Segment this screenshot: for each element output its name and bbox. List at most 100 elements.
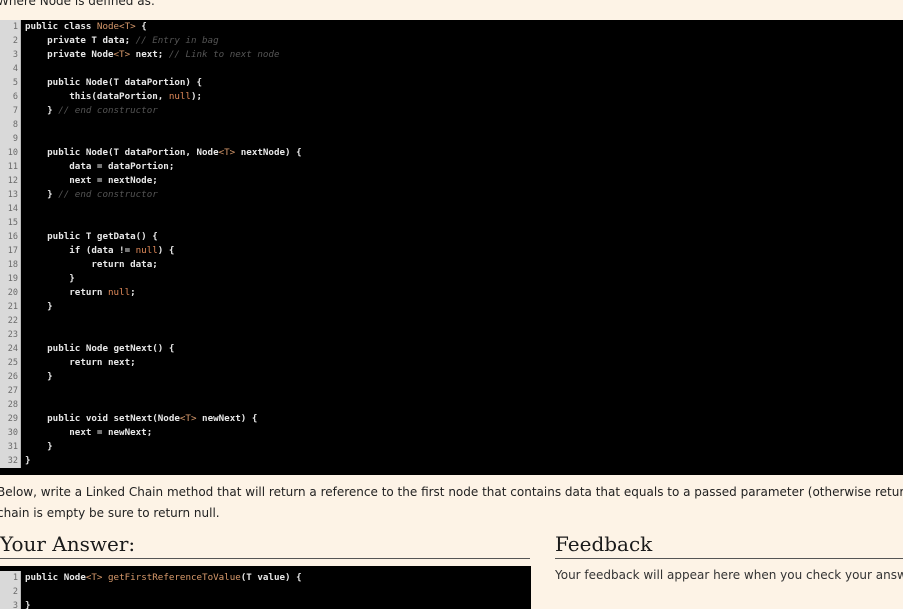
code-text: }	[25, 440, 53, 454]
code-text: } // end constructor	[25, 104, 158, 118]
code-line[interactable]: 2	[0, 585, 531, 599]
line-number: 17	[0, 244, 21, 258]
line-number: 3	[0, 48, 21, 62]
code-token: if (data !=	[25, 245, 136, 256]
code-token: nextNode) {	[235, 147, 302, 158]
code-line: 30 next = newNext;	[0, 426, 903, 440]
question-prompt: Below, write a Linked Chain method that …	[0, 482, 903, 524]
line-number: 19	[0, 272, 21, 286]
code-token: public Node(T dataPortion, Node	[25, 147, 219, 158]
code-text: this(dataPortion, null);	[25, 90, 202, 104]
code-line: 2 private T data; // Entry in bag	[0, 34, 903, 48]
code-line: 23	[0, 328, 903, 342]
code-token: }	[25, 371, 53, 382]
code-token: return data;	[25, 259, 158, 270]
code-token: // end constructor	[58, 105, 158, 116]
code-line: 20 return null;	[0, 286, 903, 300]
code-token: public Node getNext() {	[25, 343, 175, 354]
code-token: }	[25, 105, 59, 116]
code-token: newNext) {	[196, 413, 258, 424]
code-token: );	[190, 91, 203, 102]
code-token: {	[135, 21, 147, 32]
line-number: 30	[0, 426, 21, 440]
prompt-line-1: Below, write a Linked Chain method that …	[0, 485, 903, 499]
line-number: 21	[0, 300, 21, 314]
line-number: 1	[0, 571, 21, 585]
code-text: }	[25, 454, 31, 468]
code-text: return null;	[25, 286, 136, 300]
code-line[interactable]: 3}	[0, 599, 531, 609]
code-line: 14	[0, 202, 903, 216]
line-number: 12	[0, 174, 21, 188]
line-number: 22	[0, 314, 21, 328]
code-text: private Node<T> next; // Link to next no…	[25, 48, 279, 62]
code-token: }	[25, 441, 53, 452]
code-token: }	[25, 189, 59, 200]
line-number: 18	[0, 258, 21, 272]
code-line: 13 } // end constructor	[0, 188, 903, 202]
code-token: }	[25, 455, 31, 466]
code-text[interactable]: public Node<T> getFirstReferenceToValue(…	[25, 571, 302, 585]
line-number: 28	[0, 398, 21, 412]
line-number: 16	[0, 230, 21, 244]
code-line: 21 }	[0, 300, 903, 314]
line-number: 3	[0, 599, 21, 609]
code-line: 4	[0, 62, 903, 76]
your-answer-heading: Your Answer:	[0, 532, 530, 559]
code-text: } // end constructor	[25, 188, 158, 202]
code-line: 10 public Node(T dataPortion, Node<T> ne…	[0, 146, 903, 160]
code-token: next;	[130, 49, 169, 60]
line-number: 15	[0, 216, 21, 230]
code-line: 28	[0, 398, 903, 412]
code-token: return next;	[25, 357, 136, 368]
line-number: 11	[0, 160, 21, 174]
code-token: (T value) {	[240, 572, 302, 583]
node-class-code-block: 1 public class Node<T> {2 private T data;…	[0, 20, 903, 475]
line-number: 7	[0, 104, 21, 118]
code-token: getFirstReferenceToValue	[102, 572, 241, 583]
code-token: public Node(T dataPortion) {	[25, 77, 203, 88]
code-token: <T>	[179, 413, 197, 424]
code-token: public Node	[25, 572, 86, 583]
code-line: 27	[0, 384, 903, 398]
code-token: null	[135, 245, 158, 256]
code-token: private T data;	[25, 35, 136, 46]
line-number: 32	[0, 454, 21, 468]
code-line: 18 return data;	[0, 258, 903, 272]
code-line: 3 private Node<T> next; // Link to next …	[0, 48, 903, 62]
answer-code-editor[interactable]: 1 public Node<T> getFirstReferenceToValue…	[0, 566, 531, 609]
code-line: 29 public void setNext(Node<T> newNext) …	[0, 412, 903, 426]
code-text: private T data; // Entry in bag	[25, 34, 219, 48]
code-token: <T>	[218, 147, 236, 158]
code-token: private Node	[25, 49, 114, 60]
code-text: }	[25, 272, 75, 286]
code-token: ;	[130, 287, 136, 298]
code-line: 12 next = nextNode;	[0, 174, 903, 188]
line-number: 27	[0, 384, 21, 398]
code-text[interactable]: }	[25, 599, 31, 609]
line-number: 1	[0, 20, 21, 34]
code-line: 11 data = dataPortion;	[0, 160, 903, 174]
prompt-line-2: chain is empty be sure to return null.	[0, 506, 220, 520]
code-line: 16 public T getData() {	[0, 230, 903, 244]
code-token: next = nextNode;	[25, 175, 158, 186]
code-line: 1 public class Node<T> {	[0, 20, 903, 34]
code-token: }	[25, 600, 31, 609]
line-number: 13	[0, 188, 21, 202]
code-line: 24 public Node getNext() {	[0, 342, 903, 356]
code-text: return data;	[25, 258, 158, 272]
code-token: this(dataPortion,	[25, 91, 169, 102]
code-line: 15	[0, 216, 903, 230]
line-number: 24	[0, 342, 21, 356]
code-line: 6 this(dataPortion, null);	[0, 90, 903, 104]
code-text: next = newNext;	[25, 426, 152, 440]
line-number: 26	[0, 370, 21, 384]
code-token: public void setNext(Node	[25, 413, 180, 424]
code-text: data = dataPortion;	[25, 160, 174, 174]
line-number: 31	[0, 440, 21, 454]
line-number: 23	[0, 328, 21, 342]
code-text: public void setNext(Node<T> newNext) {	[25, 412, 257, 426]
code-token: public class	[25, 21, 97, 32]
code-line[interactable]: 1 public Node<T> getFirstReferenceToValue…	[0, 571, 531, 585]
code-text: public Node(T dataPortion) {	[25, 76, 202, 90]
